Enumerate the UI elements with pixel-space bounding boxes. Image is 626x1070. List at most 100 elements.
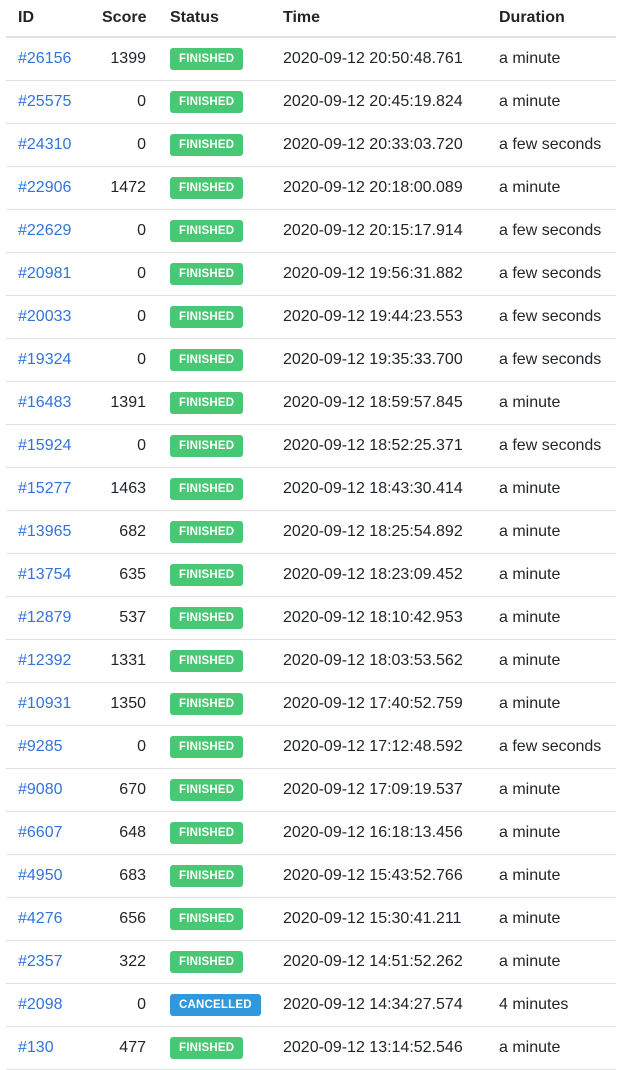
submission-id-link[interactable]: #15277 bbox=[18, 480, 71, 497]
id-cell: #130 bbox=[6, 1026, 90, 1070]
status-badge: FINISHED bbox=[170, 606, 244, 629]
time-cell: 2020-09-12 17:40:52.759 bbox=[271, 682, 487, 726]
column-header-score: Score bbox=[90, 0, 158, 38]
id-cell: #15277 bbox=[6, 467, 90, 511]
duration-cell: a few seconds bbox=[487, 209, 616, 253]
status-badge: FINISHED bbox=[170, 47, 244, 70]
duration-cell: a minute bbox=[487, 596, 616, 640]
submission-id-link[interactable]: #9080 bbox=[18, 781, 63, 798]
id-cell: #4950 bbox=[6, 854, 90, 898]
time-cell: 2020-09-12 16:18:13.456 bbox=[271, 811, 487, 855]
status-badge: FINISHED bbox=[170, 649, 244, 672]
table-row: #19324 0 FINISHED 2020-09-12 19:35:33.700 a … bbox=[6, 338, 616, 382]
duration-cell: a minute bbox=[487, 768, 616, 812]
table-row: #6607 648 FINISHED 2020-09-12 16:18:13.456 a… bbox=[6, 811, 616, 855]
id-cell: #9285 bbox=[6, 725, 90, 769]
score-cell: 0 bbox=[90, 252, 158, 296]
submission-id-link[interactable]: #25575 bbox=[18, 93, 71, 110]
id-cell: #16483 bbox=[6, 381, 90, 425]
table-row: #4276 656 FINISHED 2020-09-12 15:30:41.211 a… bbox=[6, 897, 616, 941]
status-badge: FINISHED bbox=[170, 305, 244, 328]
submission-id-link[interactable]: #19324 bbox=[18, 351, 71, 368]
status-badge: FINISHED bbox=[170, 477, 244, 500]
status-badge: FINISHED bbox=[170, 864, 244, 887]
id-cell: #10931 bbox=[6, 682, 90, 726]
id-cell: #6607 bbox=[6, 811, 90, 855]
table-row: #13965 682 FINISHED 2020-09-12 18:25:54.892… bbox=[6, 510, 616, 554]
submission-id-link[interactable]: #26156 bbox=[18, 50, 71, 67]
submission-id-link[interactable]: #2098 bbox=[18, 996, 63, 1013]
submission-id-link[interactable]: #16483 bbox=[18, 394, 71, 411]
submission-id-link[interactable]: #15924 bbox=[18, 437, 71, 454]
submission-id-link[interactable]: #20981 bbox=[18, 265, 71, 282]
id-cell: #13754 bbox=[6, 553, 90, 597]
id-cell: #9080 bbox=[6, 768, 90, 812]
time-cell: 2020-09-12 15:43:52.766 bbox=[271, 854, 487, 898]
table-row: #9080 670 FINISHED 2020-09-12 17:09:19.537 a… bbox=[6, 768, 616, 812]
id-cell: #20033 bbox=[6, 295, 90, 339]
submission-id-link[interactable]: #10931 bbox=[18, 695, 71, 712]
score-cell: 0 bbox=[90, 123, 158, 167]
duration-cell: a minute bbox=[487, 381, 616, 425]
submission-id-link[interactable]: #2357 bbox=[18, 953, 63, 970]
submission-id-link[interactable]: #22906 bbox=[18, 179, 71, 196]
status-cell: FINISHED bbox=[158, 123, 271, 167]
score-cell: 1399 bbox=[90, 37, 158, 81]
submission-id-link[interactable]: #13965 bbox=[18, 523, 71, 540]
submission-id-link[interactable]: #130 bbox=[18, 1039, 54, 1056]
submissions-table-container: ID Score Status Time Duration #26156 1399… bbox=[6, 0, 616, 1070]
duration-cell: a minute bbox=[487, 897, 616, 941]
status-cell: FINISHED bbox=[158, 811, 271, 855]
status-badge: FINISHED bbox=[170, 563, 244, 586]
score-cell: 0 bbox=[90, 983, 158, 1027]
id-cell: #19324 bbox=[6, 338, 90, 382]
status-cell: FINISHED bbox=[158, 166, 271, 210]
status-badge: FINISHED bbox=[170, 176, 244, 199]
score-cell: 0 bbox=[90, 424, 158, 468]
status-cell: FINISHED bbox=[158, 424, 271, 468]
duration-cell: a few seconds bbox=[487, 295, 616, 339]
duration-cell: a minute bbox=[487, 811, 616, 855]
time-cell: 2020-09-12 13:14:52.546 bbox=[271, 1026, 487, 1070]
submissions-table: ID Score Status Time Duration #26156 1399… bbox=[6, 0, 616, 1070]
score-cell: 682 bbox=[90, 510, 158, 554]
submission-id-link[interactable]: #4950 bbox=[18, 867, 63, 884]
submission-id-link[interactable]: #12392 bbox=[18, 652, 71, 669]
status-badge: FINISHED bbox=[170, 434, 244, 457]
submission-id-link[interactable]: #20033 bbox=[18, 308, 71, 325]
id-cell: #2098 bbox=[6, 983, 90, 1027]
status-badge: FINISHED bbox=[170, 133, 244, 156]
status-cell: FINISHED bbox=[158, 510, 271, 554]
status-badge: CANCELLED bbox=[170, 993, 261, 1016]
time-cell: 2020-09-12 17:12:48.592 bbox=[271, 725, 487, 769]
submission-id-link[interactable]: #13754 bbox=[18, 566, 71, 583]
table-row: #130 477 FINISHED 2020-09-12 13:14:52.546 a … bbox=[6, 1026, 616, 1070]
status-cell: FINISHED bbox=[158, 37, 271, 81]
submission-id-link[interactable]: #24310 bbox=[18, 136, 71, 153]
submission-id-link[interactable]: #6607 bbox=[18, 824, 63, 841]
status-cell: CANCELLED bbox=[158, 983, 271, 1027]
table-row: #2098 0 CANCELLED 2020-09-12 14:34:27.574 4 … bbox=[6, 983, 616, 1027]
status-badge: FINISHED bbox=[170, 778, 244, 801]
duration-cell: a minute bbox=[487, 510, 616, 554]
time-cell: 2020-09-12 15:30:41.211 bbox=[271, 897, 487, 941]
time-cell: 2020-09-12 20:45:19.824 bbox=[271, 80, 487, 124]
status-badge: FINISHED bbox=[170, 520, 244, 543]
time-cell: 2020-09-12 18:52:25.371 bbox=[271, 424, 487, 468]
table-header: ID Score Status Time Duration bbox=[6, 0, 616, 38]
status-cell: FINISHED bbox=[158, 252, 271, 296]
submission-id-link[interactable]: #22629 bbox=[18, 222, 71, 239]
id-cell: #20981 bbox=[6, 252, 90, 296]
status-cell: FINISHED bbox=[158, 897, 271, 941]
time-cell: 2020-09-12 18:59:57.845 bbox=[271, 381, 487, 425]
submission-id-link[interactable]: #4276 bbox=[18, 910, 63, 927]
table-row: #9285 0 FINISHED 2020-09-12 17:12:48.592 a f… bbox=[6, 725, 616, 769]
score-cell: 322 bbox=[90, 940, 158, 984]
submission-id-link[interactable]: #9285 bbox=[18, 738, 63, 755]
status-badge: FINISHED bbox=[170, 821, 244, 844]
table-row: #12879 537 FINISHED 2020-09-12 18:10:42.953… bbox=[6, 596, 616, 640]
table-row: #22629 0 FINISHED 2020-09-12 20:15:17.914 a … bbox=[6, 209, 616, 253]
time-cell: 2020-09-12 18:23:09.452 bbox=[271, 553, 487, 597]
submission-id-link[interactable]: #12879 bbox=[18, 609, 71, 626]
status-cell: FINISHED bbox=[158, 940, 271, 984]
